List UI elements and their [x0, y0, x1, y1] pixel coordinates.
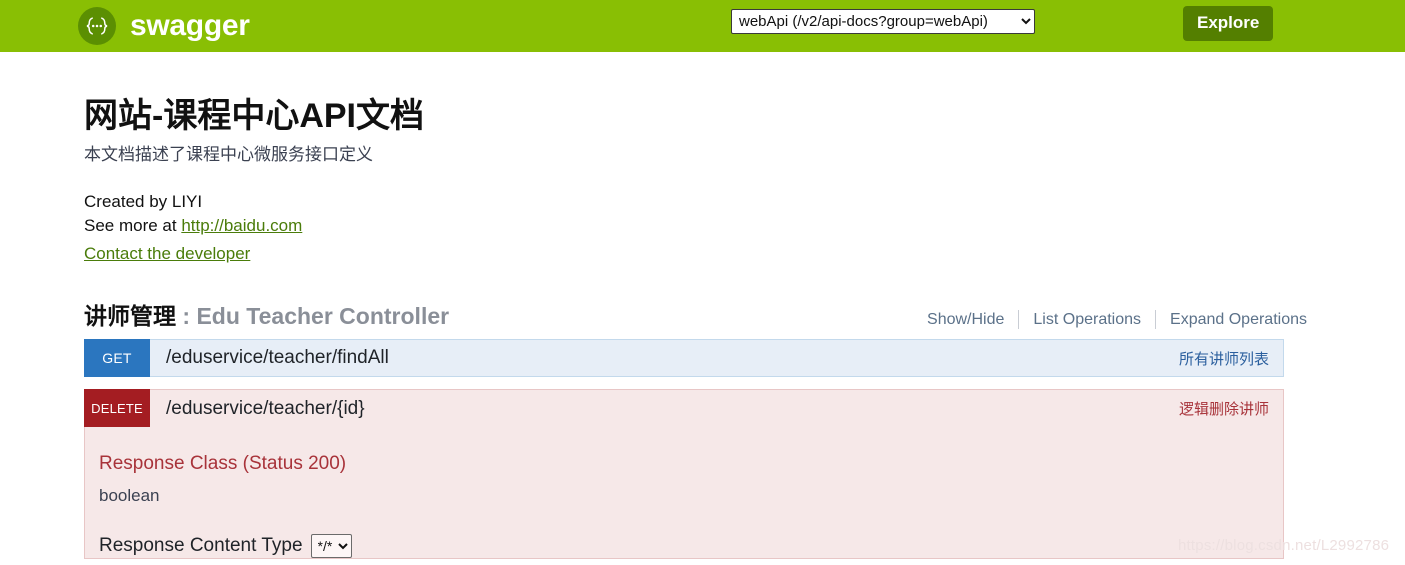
resource-header: 讲师管理 : Edu Teacher Controller Show/Hide … [84, 302, 1321, 330]
resource-title-separator: : [176, 302, 197, 329]
list-operations-link[interactable]: List Operations [1019, 311, 1155, 329]
see-more-link[interactable]: http://baidu.com [181, 216, 302, 235]
operation-path[interactable]: /eduservice/teacher/{id} [150, 398, 365, 420]
swagger-topbar: swagger webApi (/v2/api-docs?group=webAp… [0, 0, 1405, 52]
see-more-line: See more at http://baidu.com [84, 214, 1321, 238]
created-by-line: Created by LIYI [84, 192, 203, 212]
contact-developer-link[interactable]: Contact the developer [84, 244, 250, 263]
http-method-badge-delete: DELETE [84, 389, 150, 429]
response-content-type-select[interactable]: */* [310, 534, 352, 559]
doc-meta: Created by LIYI See more at http://baidu… [84, 190, 1321, 266]
api-spec-selector[interactable]: webApi (/v2/api-docs?group=webApi) [731, 9, 1035, 34]
see-more-prefix: See more at [84, 216, 182, 236]
response-model-type: boolean [99, 486, 160, 506]
response-content-type-label: Response Content Type [99, 535, 303, 557]
operation-path[interactable]: /eduservice/teacher/findAll [150, 347, 389, 369]
expand-operations-link[interactable]: Expand Operations [1156, 311, 1321, 329]
swagger-wordmark: swagger [130, 9, 250, 42]
response-class-heading: Response Class (Status 200) [99, 453, 347, 475]
operation-row-delete-teacher[interactable]: DELETE /eduservice/teacher/{id} 逻辑删除讲师 [84, 389, 1284, 429]
page-title: 网站-课程中心API文档 [84, 97, 424, 135]
resource-title-en: Edu Teacher Controller [196, 302, 450, 329]
response-content-type-row: Response Content Type */* [99, 534, 1283, 559]
swagger-braces-icon [78, 7, 116, 45]
page-subtitle: 本文档描述了课程中心微服务接口定义 [84, 145, 373, 165]
swagger-brand: swagger [78, 7, 250, 45]
resource-options: Show/Hide List Operations Expand Operati… [913, 310, 1321, 330]
operation-summary[interactable]: 逻辑删除讲师 [1179, 398, 1283, 419]
operation-details-inner: Response Class (Status 200) boolean Resp… [85, 453, 1283, 559]
operation-details-delete: Response Class (Status 200) boolean Resp… [84, 427, 1284, 560]
explore-button[interactable]: Explore [1183, 6, 1274, 41]
operation-row-get-find-all[interactable]: GET /eduservice/teacher/findAll 所有讲师列表 [84, 339, 1284, 378]
show-hide-link[interactable]: Show/Hide [913, 311, 1018, 329]
operation-summary[interactable]: 所有讲师列表 [1179, 348, 1283, 369]
api-docs-content: 网站-课程中心API文档 本文档描述了课程中心微服务接口定义 Created b… [0, 52, 1405, 560]
operations-list: GET /eduservice/teacher/findAll 所有讲师列表 D… [84, 339, 1284, 560]
http-method-badge-get: GET [84, 339, 150, 378]
contact-line: Contact the developer [84, 242, 1321, 266]
resource-title-cn: 讲师管理 [84, 302, 176, 329]
resource-title[interactable]: 讲师管理 : Edu Teacher Controller [84, 302, 450, 329]
